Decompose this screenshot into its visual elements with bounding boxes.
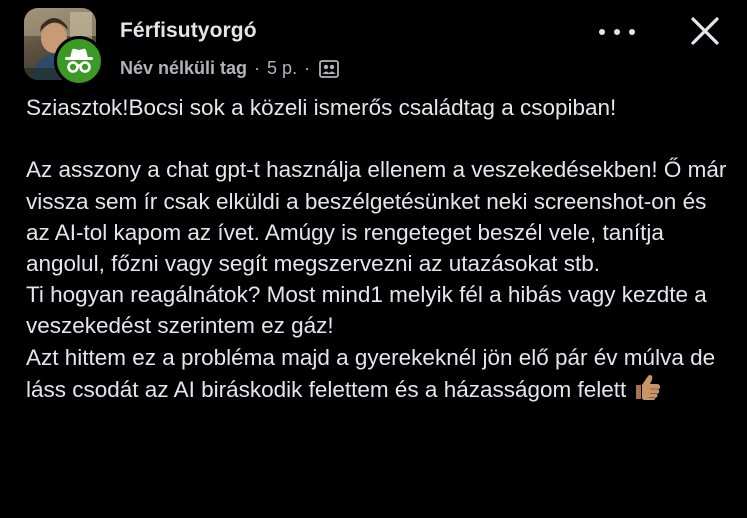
post-meta: Név nélküli tag · 5 p. · [120, 58, 339, 79]
post-time[interactable]: 5 p. [267, 58, 297, 79]
thumbs-up-icon [632, 373, 662, 409]
close-icon[interactable] [688, 14, 722, 48]
group-icon [319, 59, 339, 78]
author-avatar[interactable] [24, 8, 104, 86]
post-paragraph: Ti hogyan reagálnátok? Most mind1 melyik… [26, 282, 707, 339]
post-paragraph: Sziasztok!Bocsi sok a közeli ismerős csa… [26, 95, 617, 120]
author-tag[interactable]: Név nélküli tag [120, 58, 247, 79]
meta-separator: · [304, 58, 311, 78]
anonymous-member-icon [54, 36, 104, 86]
post-paragraph: Az asszony a chat gpt-t használja ellene… [26, 157, 727, 276]
post-body: Sziasztok!Bocsi sok a közeli ismerős csa… [26, 92, 731, 409]
post-author-name[interactable]: Férfisutyorgó [120, 19, 257, 43]
post-paragraph-last: Azt hittem ez a probléma majd a gyerekek… [26, 342, 731, 409]
meta-separator: · [254, 58, 261, 78]
more-options-icon[interactable] [599, 22, 635, 42]
post-paragraph: Azt hittem ez a probléma majd a gyerekek… [26, 344, 716, 402]
